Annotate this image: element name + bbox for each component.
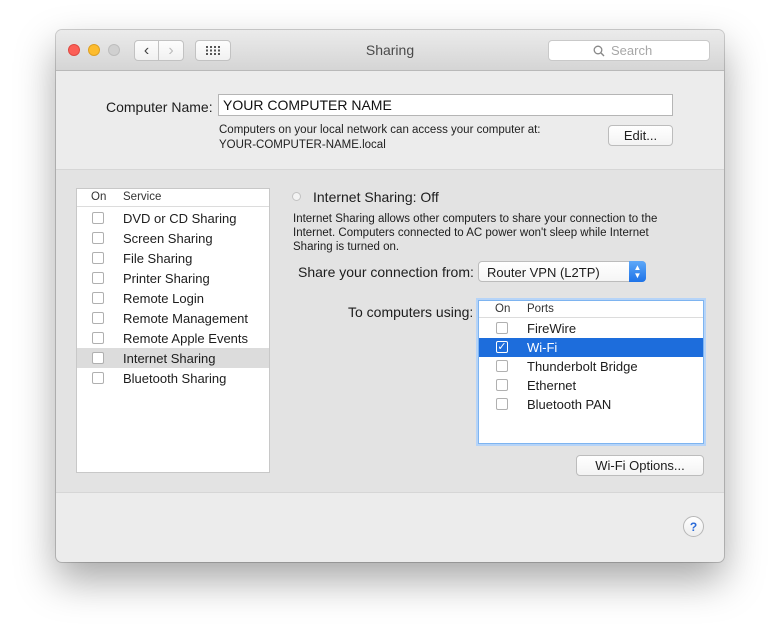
- port-row-firewire[interactable]: FireWire: [479, 319, 703, 338]
- service-row-remote-management[interactable]: Remote Management: [77, 308, 269, 328]
- service-list-header: On Service: [77, 189, 269, 207]
- service-label: Remote Login: [123, 291, 204, 306]
- internet-sharing-description: Internet Sharing allows other computers …: [293, 213, 658, 253]
- port-label: Wi-Fi: [527, 340, 558, 355]
- service-checkbox[interactable]: [92, 272, 104, 284]
- port-label: Thunderbolt Bridge: [527, 359, 638, 374]
- network-access-text: Computers on your local network can acce…: [219, 124, 541, 136]
- port-checkbox[interactable]: [496, 360, 508, 372]
- port-checkbox[interactable]: [496, 379, 508, 391]
- search-field[interactable]: [548, 40, 710, 61]
- port-checkbox[interactable]: [496, 322, 508, 334]
- port-row-bluetooth-pan[interactable]: Bluetooth PAN: [479, 395, 703, 414]
- service-row-printer-sharing[interactable]: Printer Sharing: [77, 268, 269, 288]
- search-input[interactable]: [609, 42, 665, 59]
- service-checkbox[interactable]: [92, 352, 104, 364]
- ports-header-on: On: [495, 303, 511, 315]
- computer-name-note: Computers on your local network can acce…: [219, 123, 541, 153]
- ports-header-ports: Ports: [527, 303, 554, 315]
- internet-sharing-status: Internet Sharing: Off: [313, 189, 439, 205]
- service-row-bluetooth-sharing[interactable]: Bluetooth Sharing: [77, 368, 269, 388]
- service-row-file-sharing[interactable]: File Sharing: [77, 248, 269, 268]
- service-label: Remote Apple Events: [123, 331, 249, 346]
- computer-name-label: Computer Name:: [106, 99, 213, 115]
- service-list: On Service DVD or CD Sharing Screen Shar…: [76, 188, 270, 473]
- service-row-dvd[interactable]: DVD or CD Sharing: [77, 208, 269, 228]
- service-row-remote-apple-events[interactable]: Remote Apple Events: [77, 328, 269, 348]
- share-from-popup[interactable]: Router VPN (L2TP) ▲ ▼: [478, 261, 646, 282]
- service-label: DVD or CD Sharing: [123, 211, 237, 226]
- title-bar: ‹ › Sharing: [56, 30, 724, 71]
- edit-hostname-button[interactable]: Edit...: [608, 125, 673, 146]
- service-label: Internet Sharing: [123, 351, 216, 366]
- port-checkbox-checked[interactable]: ✓: [496, 341, 508, 353]
- service-checkbox[interactable]: [92, 372, 104, 384]
- service-label: Printer Sharing: [123, 271, 210, 286]
- port-row-ethernet[interactable]: Ethernet: [479, 376, 703, 395]
- help-button[interactable]: ?: [683, 516, 704, 537]
- port-checkbox[interactable]: [496, 398, 508, 410]
- port-label: Ethernet: [527, 378, 577, 393]
- share-from-label: Share your connection from:: [298, 264, 474, 280]
- port-label: FireWire: [527, 321, 577, 336]
- computer-name-section: Computer Name: Computers on your local n…: [56, 71, 724, 169]
- service-label: File Sharing: [123, 251, 193, 266]
- port-row-thunderbolt-bridge[interactable]: Thunderbolt Bridge: [479, 357, 703, 376]
- checkmark-icon: ✓: [497, 341, 507, 353]
- port-row-wifi[interactable]: ✓ Wi-Fi: [479, 338, 703, 357]
- service-label: Bluetooth Sharing: [123, 371, 227, 386]
- port-label: Bluetooth PAN: [527, 397, 612, 412]
- wifi-options-button[interactable]: Wi-Fi Options...: [576, 455, 704, 476]
- to-computers-label: To computers using:: [348, 304, 474, 320]
- ports-list-header: On Ports: [479, 301, 703, 318]
- ports-list: On Ports FireWire ✓ Wi-Fi Thunderbolt Br…: [478, 300, 704, 444]
- sharing-window: ‹ › Sharing Computer Name:: [56, 30, 724, 562]
- local-hostname: YOUR-COMPUTER-NAME.local: [219, 139, 386, 151]
- service-checkbox[interactable]: [92, 252, 104, 264]
- service-row-internet-sharing[interactable]: Internet Sharing: [77, 348, 269, 368]
- service-row-remote-login[interactable]: Remote Login: [77, 288, 269, 308]
- share-from-value: Router VPN (L2TP): [487, 265, 600, 280]
- header-service: Service: [123, 191, 162, 203]
- service-checkbox[interactable]: [92, 312, 104, 324]
- popup-arrows-icon: ▲ ▼: [629, 261, 646, 282]
- service-checkbox[interactable]: [92, 232, 104, 244]
- status-indicator-icon: [292, 192, 301, 201]
- service-checkbox[interactable]: [92, 212, 104, 224]
- service-checkbox[interactable]: [92, 292, 104, 304]
- search-icon: [593, 45, 605, 56]
- sharing-section: On Service DVD or CD Sharing Screen Shar…: [56, 169, 724, 493]
- header-on: On: [91, 191, 107, 203]
- service-checkbox[interactable]: [92, 332, 104, 344]
- service-label: Remote Management: [123, 311, 249, 326]
- service-label: Screen Sharing: [123, 231, 213, 246]
- service-row-screen-sharing[interactable]: Screen Sharing: [77, 228, 269, 248]
- computer-name-field[interactable]: [218, 94, 673, 116]
